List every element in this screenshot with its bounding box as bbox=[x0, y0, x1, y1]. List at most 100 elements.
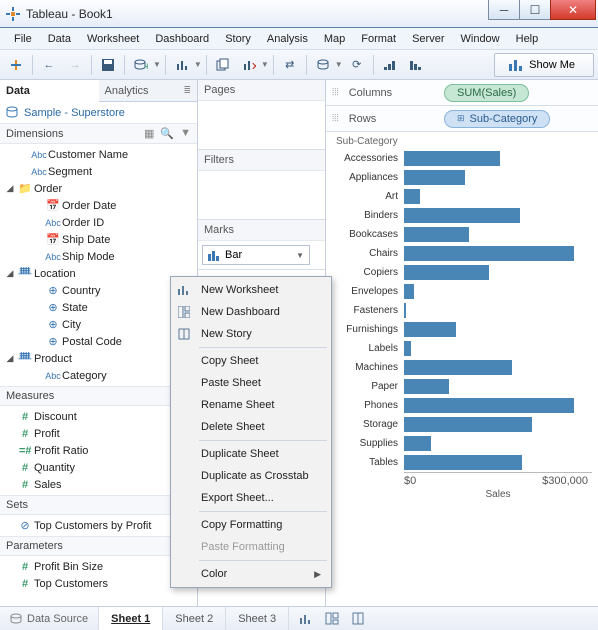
dimension-item[interactable]: AbcShip Mode bbox=[4, 248, 197, 265]
dimension-item[interactable]: ⊕Postal Code bbox=[4, 333, 197, 350]
bar-row[interactable]: Fasteners bbox=[332, 301, 592, 320]
menu-help[interactable]: Help bbox=[508, 30, 547, 48]
dimension-item[interactable]: ◢ᚙProduct bbox=[4, 350, 197, 367]
bar-row[interactable]: Phones bbox=[332, 396, 592, 415]
bar-row[interactable]: Machines bbox=[332, 358, 592, 377]
set-item[interactable]: ⊘Top Customers by Profit bbox=[4, 517, 197, 534]
dimension-item[interactable]: 📅Order Date bbox=[4, 197, 197, 214]
tab-analytics[interactable]: Analytics≣ bbox=[99, 80, 198, 102]
measure-item[interactable]: #Discount bbox=[4, 408, 197, 425]
new-worksheet-tab-icon[interactable] bbox=[299, 612, 313, 625]
rows-pill[interactable]: Sub-Category bbox=[444, 110, 550, 128]
dimension-item[interactable]: 📅Ship Date bbox=[4, 231, 197, 248]
dimension-item[interactable]: ⊕State bbox=[4, 299, 197, 316]
menu-duplicate-crosstab[interactable]: Duplicate as Crosstab bbox=[173, 465, 329, 487]
datasource-item[interactable]: Sample - Superstore bbox=[0, 102, 197, 123]
tab-data-source[interactable]: Data Source bbox=[0, 607, 99, 630]
menu-server[interactable]: Server bbox=[404, 30, 452, 48]
pages-shelf[interactable]: Pages bbox=[198, 80, 325, 150]
duplicate-button[interactable] bbox=[211, 53, 235, 77]
sort-asc-button[interactable] bbox=[378, 53, 402, 77]
new-story-tab-icon[interactable] bbox=[351, 612, 365, 625]
measure-item[interactable]: #Quantity bbox=[4, 459, 197, 476]
parameter-item[interactable]: #Profit Bin Size bbox=[4, 558, 197, 575]
close-button[interactable]: ✕ bbox=[550, 0, 596, 20]
bar-row[interactable]: Accessories bbox=[332, 149, 592, 168]
minimize-button[interactable]: ─ bbox=[488, 0, 520, 20]
measure-item[interactable]: #Profit bbox=[4, 425, 197, 442]
sort-desc-button[interactable] bbox=[404, 53, 428, 77]
dimension-item[interactable]: ⊕City bbox=[4, 316, 197, 333]
connect-button[interactable] bbox=[311, 53, 335, 77]
menu-new-story[interactable]: New Story bbox=[173, 323, 329, 345]
menu-duplicate-sheet[interactable]: Duplicate Sheet bbox=[173, 443, 329, 465]
bar-row[interactable]: Appliances bbox=[332, 168, 592, 187]
tab-sheet-2[interactable]: Sheet 2 bbox=[163, 607, 226, 630]
menu-data[interactable]: Data bbox=[40, 30, 79, 48]
new-worksheet-button[interactable] bbox=[170, 53, 194, 77]
back-button[interactable]: ← bbox=[37, 53, 61, 77]
menu-delete-sheet[interactable]: Delete Sheet bbox=[173, 416, 329, 438]
menu-copy-formatting[interactable]: Copy Formatting bbox=[173, 514, 329, 536]
dimension-item[interactable]: AbcOrder ID bbox=[4, 214, 197, 231]
bar-row[interactable]: Storage bbox=[332, 415, 592, 434]
rows-shelf[interactable]: ⦙⦙⦙Rows Sub-Category bbox=[326, 106, 598, 132]
bar-row[interactable]: Bookcases bbox=[332, 225, 592, 244]
columns-pill[interactable]: SUM(Sales) bbox=[444, 84, 529, 102]
new-datasource-button[interactable]: + bbox=[129, 53, 153, 77]
tab-sheet-3[interactable]: Sheet 3 bbox=[226, 607, 289, 630]
dimension-item[interactable]: ⊕Country bbox=[4, 282, 197, 299]
dimensions-menu-icon[interactable]: ▼ bbox=[180, 127, 191, 140]
dimension-item[interactable]: AbcSegment bbox=[4, 163, 197, 180]
parameter-item[interactable]: #Top Customers bbox=[4, 575, 197, 592]
maximize-button[interactable]: ☐ bbox=[519, 0, 551, 20]
menu-color[interactable]: Color▶ bbox=[173, 563, 329, 585]
menu-worksheet[interactable]: Worksheet bbox=[79, 30, 147, 48]
bar-row[interactable]: Furnishings bbox=[332, 320, 592, 339]
bar-row[interactable]: Art bbox=[332, 187, 592, 206]
dimension-item[interactable]: ◢📁Order bbox=[4, 180, 197, 197]
menu-rename-sheet[interactable]: Rename Sheet bbox=[173, 394, 329, 416]
tab-data[interactable]: Data bbox=[0, 80, 99, 102]
search-icon[interactable]: 🔍 bbox=[160, 127, 174, 140]
clear-button[interactable]: ✕ bbox=[237, 53, 261, 77]
new-dashboard-tab-icon[interactable] bbox=[325, 612, 339, 625]
forward-button[interactable]: → bbox=[63, 53, 87, 77]
menu-map[interactable]: Map bbox=[316, 30, 353, 48]
menu-window[interactable]: Window bbox=[453, 30, 508, 48]
menu-file[interactable]: File bbox=[6, 30, 40, 48]
bar-row[interactable]: Envelopes bbox=[332, 282, 592, 301]
view-toggle-icon[interactable]: ▦ bbox=[144, 127, 154, 140]
menu-paste-sheet[interactable]: Paste Sheet bbox=[173, 372, 329, 394]
show-me-button[interactable]: Show Me bbox=[494, 53, 594, 77]
menu-story[interactable]: Story bbox=[217, 30, 259, 48]
bar-row[interactable]: Chairs bbox=[332, 244, 592, 263]
menu-format[interactable]: Format bbox=[353, 30, 404, 48]
dimension-item[interactable]: AbcCustomer Name bbox=[4, 146, 197, 163]
menu-new-worksheet[interactable]: New Worksheet bbox=[173, 279, 329, 301]
refresh-button[interactable]: ⟳ bbox=[345, 53, 369, 77]
columns-shelf[interactable]: ⦙⦙⦙Columns SUM(Sales) bbox=[326, 80, 598, 106]
menu-copy-sheet[interactable]: Copy Sheet bbox=[173, 350, 329, 372]
menu-new-dashboard[interactable]: New Dashboard bbox=[173, 301, 329, 323]
swap-button[interactable]: ⇄ bbox=[278, 53, 302, 77]
mark-type-dropdown[interactable]: Bar ▼ bbox=[202, 245, 310, 265]
bar-row[interactable]: Copiers bbox=[332, 263, 592, 282]
bar-row[interactable]: Supplies bbox=[332, 434, 592, 453]
bar-chart[interactable]: AccessoriesAppliancesArtBindersBookcases… bbox=[332, 149, 592, 472]
dimension-item[interactable]: ◢ᚙLocation bbox=[4, 265, 197, 282]
tableau-logo-icon[interactable] bbox=[4, 53, 28, 77]
bar-row[interactable]: Binders bbox=[332, 206, 592, 225]
measure-item[interactable]: =#Profit Ratio bbox=[4, 442, 197, 459]
tab-sheet-1[interactable]: Sheet 1 bbox=[99, 607, 163, 630]
measure-item[interactable]: #Sales bbox=[4, 476, 197, 493]
analytics-options-icon[interactable]: ≣ bbox=[183, 85, 191, 96]
menu-export-sheet[interactable]: Export Sheet... bbox=[173, 487, 329, 509]
filters-shelf[interactable]: Filters bbox=[198, 150, 325, 220]
menu-analysis[interactable]: Analysis bbox=[259, 30, 316, 48]
save-button[interactable] bbox=[96, 53, 120, 77]
menu-dashboard[interactable]: Dashboard bbox=[147, 30, 217, 48]
bar-row[interactable]: Tables bbox=[332, 453, 592, 472]
bar-row[interactable]: Paper bbox=[332, 377, 592, 396]
dimension-item[interactable]: AbcCategory bbox=[4, 367, 197, 384]
